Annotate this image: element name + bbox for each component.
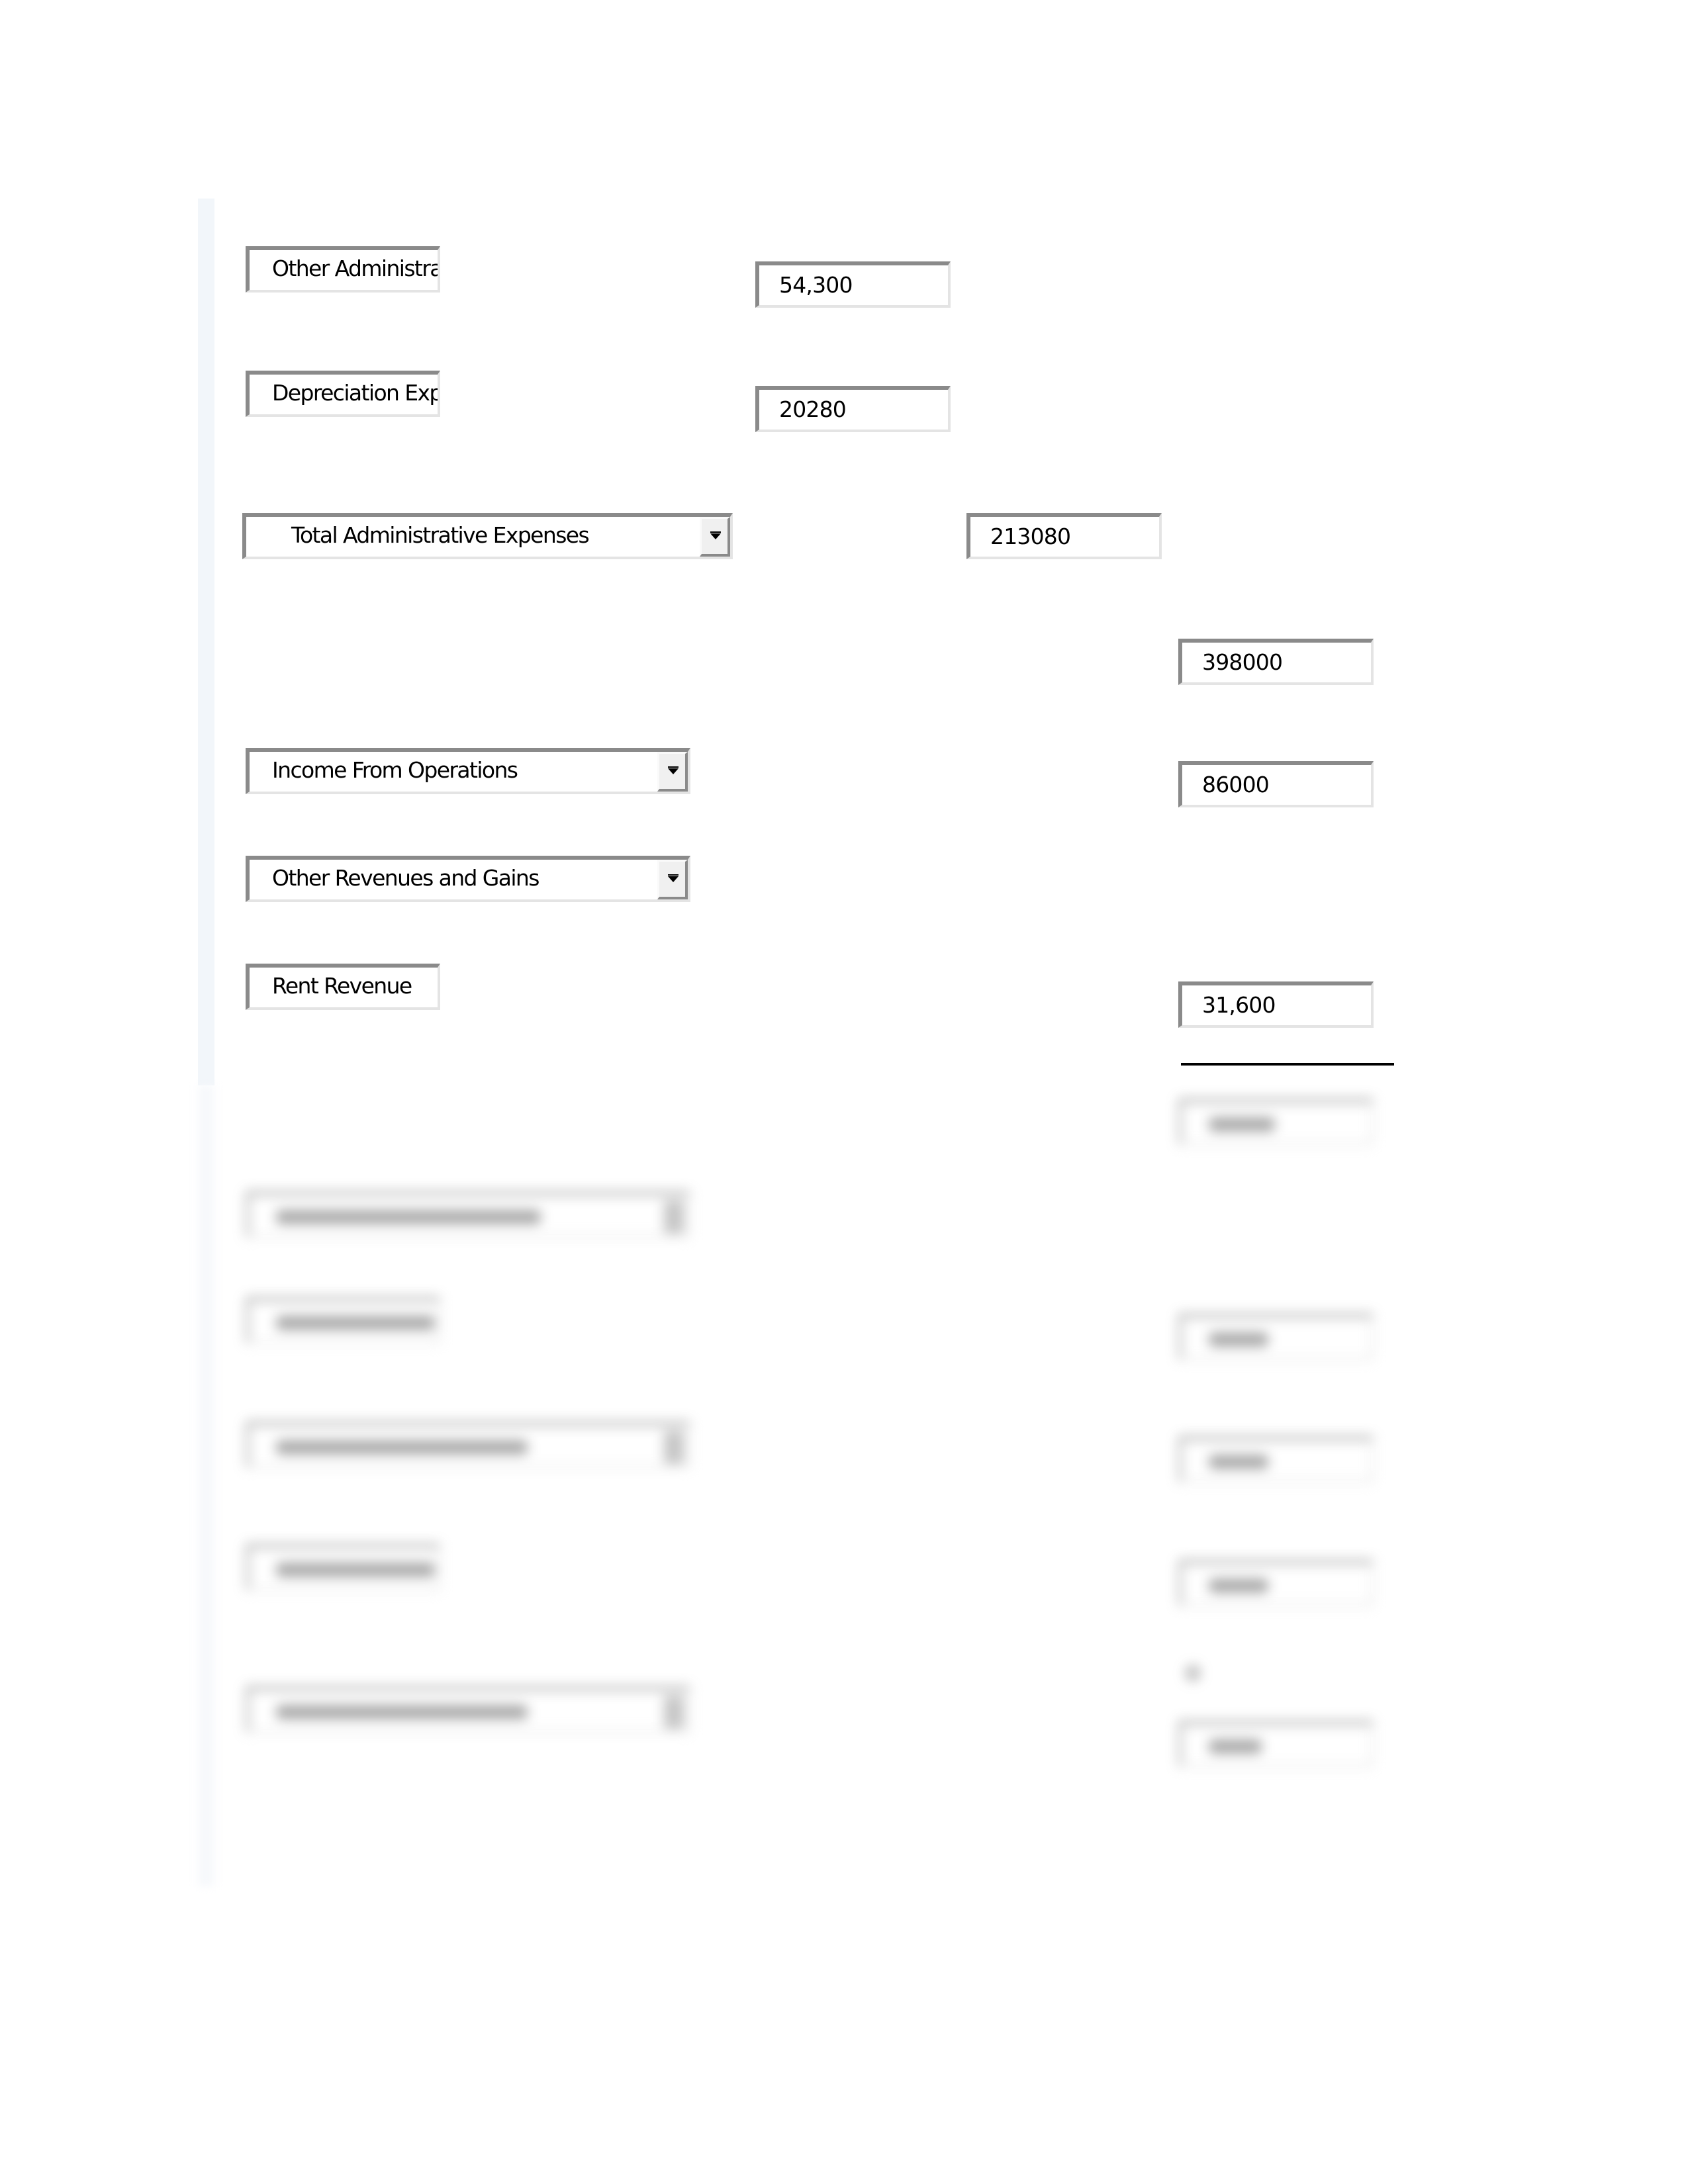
- blurred-text: [1209, 1455, 1268, 1469]
- blurred-amount-field: [1178, 1721, 1374, 1767]
- blurred-text: [276, 1210, 541, 1224]
- blurred-text: [1209, 1117, 1275, 1132]
- blurred-label-field: [246, 1297, 440, 1343]
- blurred-text: [276, 1440, 528, 1455]
- blurred-label-field: [246, 1544, 440, 1590]
- blurred-amount-field: [1178, 1436, 1374, 1482]
- blurred-dropdown: [246, 1686, 690, 1733]
- blurred-section: [0, 0, 1688, 2184]
- blurred-dropdown-button: [664, 1696, 684, 1729]
- blurred-dropdown: [246, 1422, 690, 1468]
- blurred-text: [276, 1563, 435, 1577]
- blurred-amount-field: [1178, 1314, 1374, 1360]
- blurred-dropdown: [246, 1191, 690, 1238]
- blurred-amount-field: [1178, 1099, 1374, 1145]
- blurred-dropdown-button: [664, 1201, 684, 1234]
- blurred-text: [1209, 1739, 1262, 1754]
- blurred-amount-field: [1178, 1560, 1374, 1606]
- blurred-text: [1209, 1578, 1268, 1593]
- blurred-dropdown-button: [664, 1431, 684, 1464]
- blurred-text: [276, 1316, 435, 1330]
- blurred-text: [1209, 1332, 1268, 1347]
- blurred-text: [276, 1705, 528, 1719]
- blurred-mark: [1185, 1664, 1201, 1682]
